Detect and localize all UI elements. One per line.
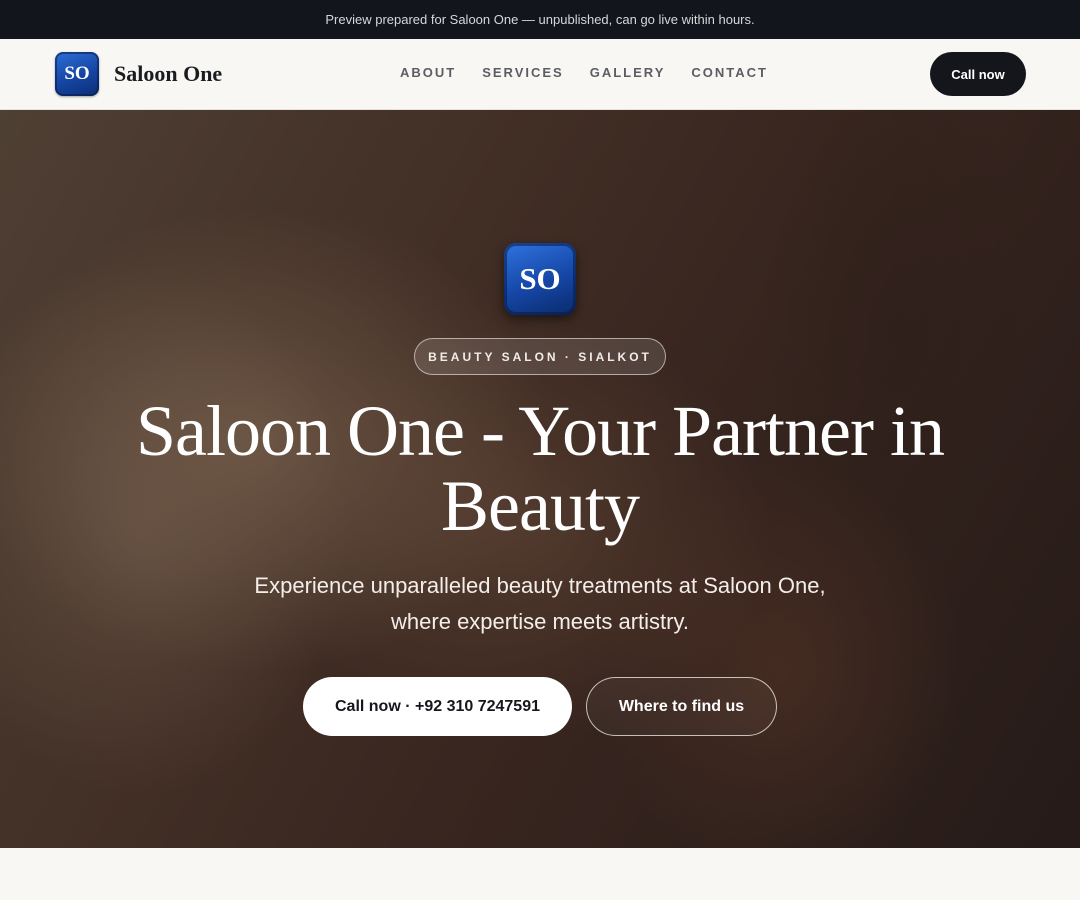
category-badge: BEAUTY SALON · SIALKOT (414, 338, 666, 375)
brand-name: Saloon One (114, 61, 223, 86)
preview-banner-text: Preview prepared for Saloon One — unpubl… (325, 12, 755, 27)
call-now-button[interactable]: Call now (930, 52, 1026, 96)
hero-section: SO BEAUTY SALON · SIALKOT Saloon One - Y… (0, 110, 1080, 848)
next-section (0, 848, 1080, 900)
nav-link-about[interactable]: ABOUT (400, 65, 456, 80)
find-us-button[interactable]: Where to find us (586, 677, 777, 736)
nav-link-contact[interactable]: CONTACT (691, 65, 768, 80)
site-header: SO Saloon One ABOUT SERVICES GALLERY CON… (0, 39, 1080, 110)
hero-subtitle: Experience unparalleled beauty treatment… (254, 573, 826, 634)
brand[interactable]: SO Saloon One (55, 52, 222, 96)
hero-content: SO BEAUTY SALON · SIALKOT Saloon One - Y… (0, 110, 1080, 848)
hero-logo-icon: SO (504, 243, 576, 315)
logo-icon: SO (55, 52, 99, 96)
nav-link-gallery[interactable]: GALLERY (590, 65, 666, 80)
nav-link-services[interactable]: SERVICES (482, 65, 564, 80)
hero-title: Saloon One - Your Partner in Beauty (136, 391, 945, 546)
main-nav: ABOUT SERVICES GALLERY CONTACT (400, 65, 794, 80)
preview-banner: Preview prepared for Saloon One — unpubl… (0, 0, 1080, 39)
call-phone-button[interactable]: Call now · +92 310 7247591 (303, 677, 572, 736)
